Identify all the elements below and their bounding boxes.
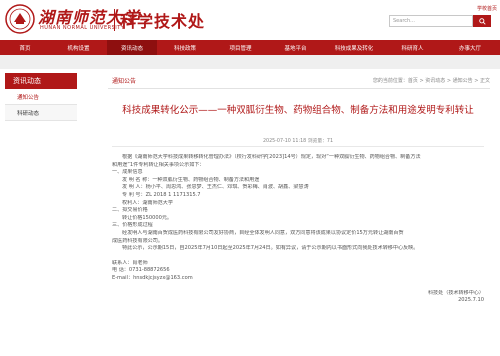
signature-office: 科技处（技术转移中心）: [427, 289, 484, 296]
article-body: 根据《湖南师范大学科技成果转移转化管理办法》（校行发科研字[2023]14号）规…: [112, 154, 484, 305]
nav-item-platforms[interactable]: 基地平台: [268, 40, 323, 55]
nav-item-achievements[interactable]: 科技成果及转化: [323, 40, 385, 55]
signature-date: 2025.7.10: [458, 297, 484, 304]
banner-strip: [0, 55, 500, 69]
section-heading: 二、拟交易价格: [112, 207, 148, 214]
school-home-link[interactable]: 学校首页: [477, 5, 497, 12]
nav-item-organization[interactable]: 机构设置: [50, 40, 107, 55]
nav-item-policy[interactable]: 科技政策: [157, 40, 213, 55]
section-heading: 一、成果信息: [112, 169, 143, 176]
article-meta: 2025-07-10 11:18 浏览量：71: [262, 139, 334, 144]
search-icon: [478, 17, 486, 25]
section-heading: 三、价格形成过程: [112, 222, 153, 229]
site-title[interactable]: 科学技术处: [120, 8, 205, 32]
divider: [112, 146, 484, 147]
search-input[interactable]: Search...: [389, 15, 473, 27]
paragraph: 发 明 人：杨小平、周思鸿、张思梦、王杰仁、邓琪、贺彩梅、肖波、胡鑫、梁慧涛: [122, 184, 309, 191]
section-title: 通知公告: [112, 78, 137, 85]
nav-item-news[interactable]: 资讯动态: [107, 40, 157, 55]
nav-item-projects[interactable]: 项目管理: [213, 40, 268, 55]
breadcrumb[interactable]: 您的当前位置：首页 > 资讯动态 > 通知公告 > 正文: [373, 77, 490, 84]
paragraph: 转让价格150000元。: [122, 214, 173, 221]
paragraph: 根据《湖南师范大学科技成果转移转化管理办法》（校行发科研字[2023]14号）规…: [122, 154, 421, 160]
paragraph: 权利人：湖南师范大学: [122, 199, 173, 206]
nav-item-education[interactable]: 科研育人: [385, 40, 440, 55]
sidebar-item-notices[interactable]: 通知公告: [5, 89, 77, 105]
paragraph: 成医药科技有限公司。: [112, 237, 163, 244]
nav-item-service-hall[interactable]: 办事大厅: [440, 40, 500, 55]
contact-phone: 电 话：0731-88872656: [112, 267, 170, 274]
sidebar-heading: 资讯动态: [5, 73, 77, 89]
paragraph: 发 明 名 称：一种双胍衍生物、药物组合物、制备方法和用途: [122, 176, 260, 183]
main-nav: 首页 机构设置 资讯动态 科技政策 项目管理 基地平台 科技成果及转化 科研育人…: [0, 40, 500, 55]
site-header: 湖南师范大学 HUNAN NORMAL UNIVERSITY 科学技术处 学校首…: [0, 0, 500, 40]
logo-divider: [114, 9, 115, 31]
university-seal-icon[interactable]: [5, 4, 35, 34]
sidebar-item-research-news[interactable]: 科研动态: [5, 105, 77, 121]
logo-english-name: HUNAN NORMAL UNIVERSITY: [40, 25, 125, 31]
paragraph: 特此公示，公示期15日，自2025年7月10日起至2025年7月24日。如有异议…: [122, 245, 419, 252]
search-button[interactable]: [473, 15, 491, 27]
paragraph: 经发明人与湖南百贺成医药科技有限公司友好协商，目经全体发明人同意，双方同意将该成…: [122, 229, 404, 236]
contact-person: 联系人：肖老师: [112, 259, 148, 266]
paragraph: 和用途”1件专利转让相关事项公示如下：: [112, 161, 205, 168]
contact-email: E-mail：hnsdkjcjsyzx@163.com: [112, 274, 193, 281]
sidebar: 资讯动态 通知公告 科研动态: [5, 73, 77, 121]
paragraph: 专 利 号：ZL 2018 1 1171315.7: [122, 191, 201, 198]
nav-item-home[interactable]: 首页: [0, 40, 50, 55]
article-title: 科技成果转化公示——一种双胍衍生物、药物组合物、制备方法和用途发明专利转让: [122, 105, 474, 116]
divider: [108, 88, 490, 89]
